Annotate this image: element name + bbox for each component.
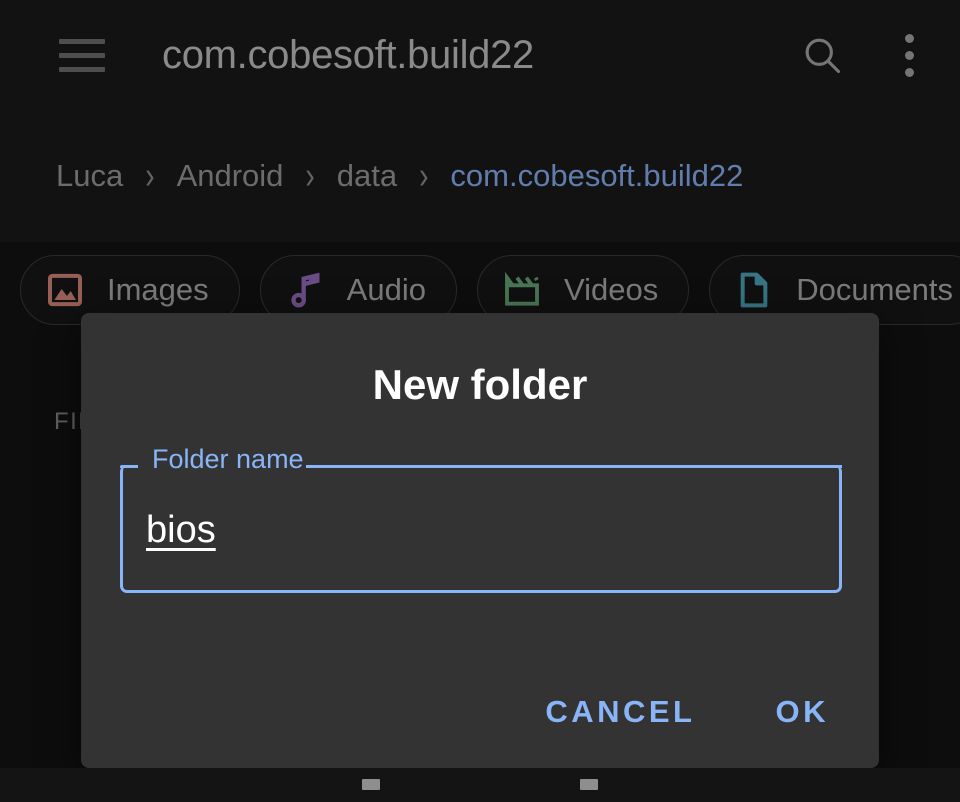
ok-button[interactable]: OK <box>754 680 852 744</box>
new-folder-dialog: New folder Folder name bios CANCEL OK <box>81 313 879 768</box>
folder-name-input[interactable]: bios <box>146 509 216 552</box>
outline-segment-left <box>120 465 138 468</box>
nav-key-right[interactable] <box>580 779 598 790</box>
folder-name-field[interactable]: Folder name bios <box>120 446 842 593</box>
folder-name-label: Folder name <box>152 444 304 474</box>
system-nav-bar <box>0 768 960 802</box>
field-outline <box>120 465 842 593</box>
dialog-actions: CANCEL OK <box>523 680 851 744</box>
cancel-button[interactable]: CANCEL <box>523 680 717 744</box>
dialog-title: New folder <box>372 361 588 408</box>
outline-segment-right <box>305 465 842 468</box>
nav-key-left[interactable] <box>362 779 380 790</box>
app-screen: com.cobesoft.build22 Luca › Android › da… <box>0 0 960 802</box>
